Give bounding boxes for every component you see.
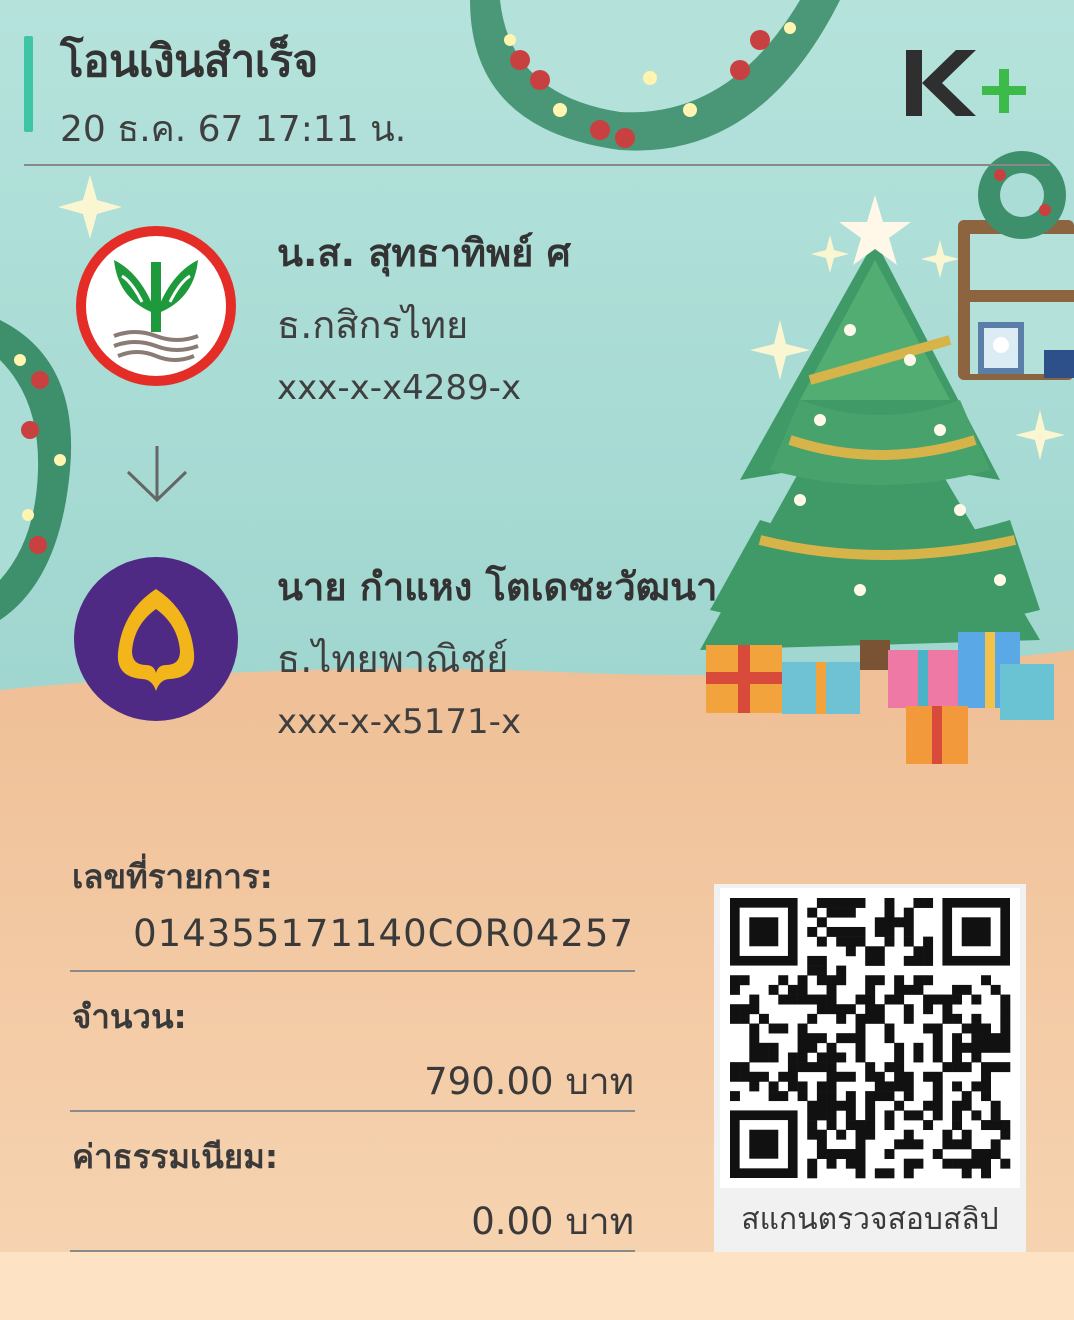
header-divider <box>24 164 1050 166</box>
sender-account: xxx-x-x4289-x <box>277 368 522 408</box>
fee-value: 0.00 บาท <box>471 1200 634 1243</box>
arrow-down-icon <box>126 446 188 503</box>
qr-code-image <box>730 898 1011 1179</box>
receiver-account: xxx-x-x5171-x <box>277 702 522 742</box>
receiver-name: นาย กำแหง โตเดชะวัฒนา <box>277 565 718 609</box>
amount-value: 790.00 บาท <box>424 1060 634 1103</box>
transaction-datetime: 20 ธ.ค. 67 17:11 น. <box>60 109 407 150</box>
transfer-slip: โอนเงินสำเร็จ 20 ธ.ค. 67 17:11 น. น.ส. ส… <box>0 0 1074 1320</box>
fee-label: ค่าธรรมเนียม: <box>72 1137 279 1176</box>
kasikorn-bank-logo <box>76 226 236 386</box>
sender-bank: ธ.กสิกรไทย <box>277 303 469 347</box>
divider <box>70 970 635 972</box>
reference-label: เลขที่รายการ: <box>72 857 273 896</box>
reference-value: 014355171140COR04257 <box>133 912 634 955</box>
qr-caption: สแกนตรวจสอบสลิป <box>741 1202 999 1237</box>
header-accent-bar <box>24 36 33 132</box>
receiver-bank: ธ.ไทยพาณิชย์ <box>277 637 509 681</box>
page-title: โอนเงินสำเร็จ <box>60 36 318 87</box>
qr-code[interactable] <box>720 888 1020 1188</box>
footer-strip <box>0 1252 1074 1320</box>
sender-name: น.ส. สุทธาทิพย์ ศ <box>277 231 571 275</box>
kplus-logo <box>906 50 1026 116</box>
scb-bank-logo <box>74 557 238 721</box>
amount-label: จำนวน: <box>72 997 187 1036</box>
qr-panel: สแกนตรวจสอบสลิป <box>714 884 1026 1252</box>
divider <box>70 1110 635 1112</box>
